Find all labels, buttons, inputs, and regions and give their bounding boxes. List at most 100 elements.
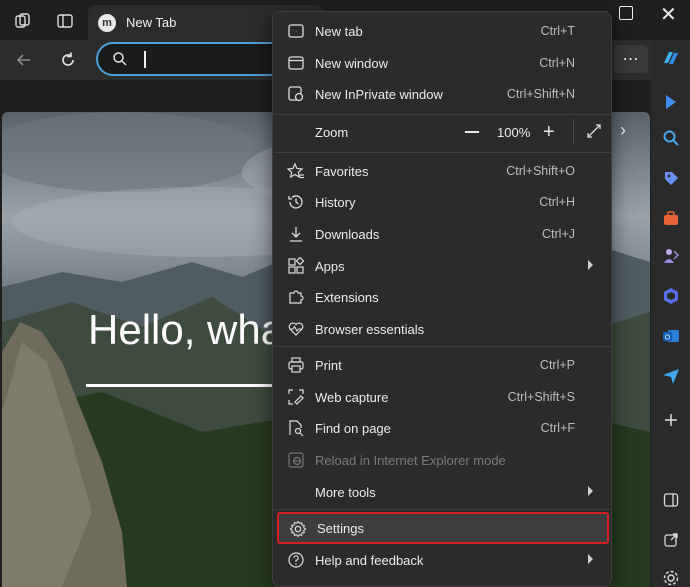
gear-icon: [289, 520, 307, 538]
zoom-in-button[interactable]: +: [543, 122, 555, 142]
menu-item-browser-essentials[interactable]: Browser essentials: [277, 314, 607, 344]
menu-separator: [274, 509, 612, 510]
help-icon: [288, 552, 304, 568]
menu-item-shortcut: Ctrl+Shift+O: [506, 164, 575, 178]
history-icon: [288, 195, 303, 209]
new-tab-icon: [288, 24, 304, 38]
downloads-icon: [290, 227, 302, 242]
text-caret: [144, 51, 146, 68]
menu-separator: [274, 152, 612, 153]
workspaces-icon[interactable]: [12, 10, 34, 32]
menu-separator: [274, 114, 612, 115]
menu-item-favorites[interactable]: Favorites Ctrl+Shift+O: [277, 156, 607, 186]
menu-item-label: Reload in Internet Explorer mode: [315, 452, 506, 468]
menu-item-find-on-page[interactable]: Find on page Ctrl+F: [277, 413, 607, 443]
tools-icon[interactable]: [661, 208, 681, 228]
menu-item-history[interactable]: History Ctrl+H: [277, 187, 607, 217]
sidebar: O: [651, 40, 690, 587]
shopping-icon[interactable]: [661, 168, 681, 188]
submenu-arrow-icon: [588, 554, 593, 564]
menu-item-shortcut: Ctrl+T: [540, 24, 575, 38]
external-link-icon[interactable]: [661, 530, 681, 550]
menu-item-label: New window: [315, 55, 388, 71]
back-button[interactable]: [10, 46, 38, 74]
extensions-icon: [289, 290, 304, 304]
menu-item-more-tools[interactable]: More tools: [277, 477, 607, 507]
zoom-out-button[interactable]: [465, 131, 479, 133]
print-icon: [288, 357, 304, 373]
fullscreen-icon[interactable]: [585, 122, 603, 140]
sidebar-search-icon[interactable]: [661, 128, 681, 148]
menu-item-label: Print: [315, 357, 342, 373]
menu-item-label: Browser essentials: [315, 321, 425, 337]
menu-item-label: Downloads: [315, 226, 380, 242]
favorites-icon: [287, 162, 304, 179]
menu-item-label: Settings: [317, 520, 364, 536]
menu-item-label: Favorites: [315, 163, 369, 179]
menu-item-label: More tools: [315, 484, 376, 500]
menu-item-shortcut: Ctrl+P: [539, 358, 575, 372]
menu-item-downloads[interactable]: Downloads Ctrl+J: [277, 219, 607, 249]
games-icon[interactable]: [661, 246, 681, 266]
search-icon: [113, 52, 127, 66]
back-arrow-icon: [16, 54, 30, 66]
settings-and-more-button[interactable]: ⋯: [614, 45, 648, 73]
menu-item-label: Web capture: [315, 389, 389, 405]
svg-text:O: O: [665, 335, 671, 342]
menu-item-new-window[interactable]: New window Ctrl+N: [277, 48, 607, 78]
new-window-icon: [288, 56, 304, 70]
menu-item-label: Apps: [315, 258, 345, 274]
search-underline: [86, 384, 286, 387]
menu-item-label: Zoom: [315, 124, 349, 140]
menu-item-help-and-feedback[interactable]: Help and feedback: [277, 545, 607, 575]
menu-item-label: Extensions: [315, 289, 379, 305]
menu-item-settings[interactable]: Settings: [277, 512, 609, 544]
scroll-right-icon[interactable]: ›: [620, 120, 626, 141]
menu-item-label: History: [315, 194, 356, 210]
menu-item-new-inprivate-window[interactable]: New InPrivate window Ctrl+Shift+N: [277, 79, 607, 109]
menu-item-extensions[interactable]: Extensions: [277, 282, 607, 312]
inprivate-icon: [288, 86, 304, 102]
menu-item-label: New InPrivate window: [315, 86, 443, 102]
menu-separator: [274, 346, 612, 347]
ie-mode-icon: [288, 452, 304, 468]
menu-item-shortcut: Ctrl+H: [539, 195, 575, 209]
zoom-divider: [573, 119, 574, 145]
menu-item-reload-ie-mode: Reload in Internet Explorer mode: [277, 445, 607, 475]
web-capture-icon: [288, 389, 304, 405]
zoom-level: 100%: [497, 125, 531, 140]
heart-pulse-icon: [288, 322, 304, 336]
outlook-icon[interactable]: O: [661, 326, 681, 346]
refresh-button[interactable]: [54, 46, 82, 74]
sidebar-settings-icon[interactable]: [661, 568, 681, 587]
menu-item-new-tab[interactable]: New tab Ctrl+T: [277, 16, 607, 46]
tab-favicon: m: [98, 13, 116, 32]
menu-item-label: Help and feedback: [315, 552, 424, 568]
menu-item-shortcut: Ctrl+F: [540, 421, 575, 435]
apps-icon: [288, 257, 305, 274]
refresh-icon: [62, 52, 74, 66]
tab-title: New Tab: [126, 15, 177, 30]
menu-item-web-capture[interactable]: Web capture Ctrl+Shift+S: [277, 382, 607, 412]
submenu-arrow-icon: [588, 260, 593, 270]
drop-icon[interactable]: [661, 366, 681, 386]
menu-item-label: New tab: [315, 23, 363, 39]
vertical-tabs-icon[interactable]: [54, 10, 76, 32]
menu-item-apps[interactable]: Apps: [277, 251, 607, 281]
menu-item-label: Find on page: [315, 420, 391, 436]
menu-item-shortcut: Ctrl+J: [542, 227, 575, 241]
close-window-button[interactable]: ✕: [660, 2, 677, 27]
menu-item-shortcut: Ctrl+Shift+S: [507, 390, 575, 404]
copilot-icon[interactable]: [661, 48, 681, 68]
address-bar[interactable]: [96, 42, 296, 76]
microsoft-365-icon[interactable]: [661, 286, 681, 306]
add-icon[interactable]: [661, 410, 681, 430]
menu-item-shortcut: Ctrl+Shift+N: [506, 87, 575, 101]
menu-item-zoom: Zoom 100% +: [277, 117, 607, 147]
discover-icon[interactable]: [661, 92, 681, 112]
maximize-button[interactable]: [619, 6, 633, 20]
hide-sidebar-icon[interactable]: [661, 490, 681, 510]
settings-and-more-menu: New tab Ctrl+T New window Ctrl+N New InP…: [272, 11, 612, 587]
greeting-text: Hello, wha: [88, 306, 285, 353]
menu-item-print[interactable]: Print Ctrl+P: [277, 350, 607, 380]
